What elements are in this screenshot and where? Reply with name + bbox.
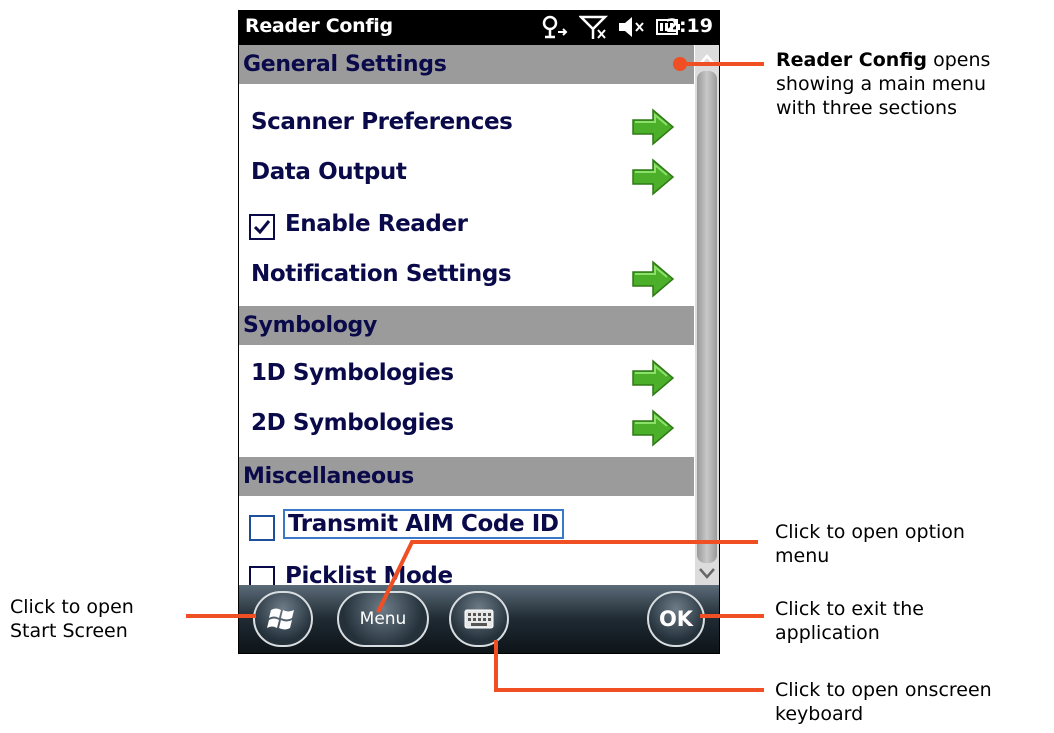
title-bar: Reader Config 2:19: [239, 11, 719, 45]
callout-leader-option-menu: [376, 540, 758, 613]
arrow-right-icon: [632, 409, 675, 447]
section-header-general: General Settings: [239, 45, 694, 84]
section-header-symbology: Symbology: [239, 306, 694, 345]
scrollbar[interactable]: [695, 45, 719, 585]
menu-item-2d-symbologies[interactable]: 2D Symbologies: [239, 400, 694, 450]
callout-main-menu-line3: with three sections: [776, 97, 957, 119]
callout-exit-line1: Click to exit the: [775, 598, 924, 620]
menu-item-data-output[interactable]: Data Output: [239, 149, 694, 199]
transmit-aim-checkbox[interactable]: [249, 515, 275, 541]
callout-start: Click to open Start Screen: [10, 595, 134, 643]
menu-item-label: 2D Symbologies: [251, 410, 454, 436]
connectivity-icon[interactable]: [539, 14, 569, 40]
callout-main-menu-line1: opens: [927, 49, 991, 71]
enable-reader-label: Enable Reader: [285, 211, 468, 237]
callout-leader-exit: [700, 614, 764, 618]
callout-option-menu-line1: Click to open option: [775, 521, 965, 543]
signal-off-icon[interactable]: [579, 14, 609, 40]
checkmark-icon: [253, 220, 271, 235]
settings-list: General Settings Scanner Preferences Dat…: [239, 45, 719, 585]
callout-main-menu-line2: showing a main menu: [776, 73, 987, 95]
callout-leader-keyboard: [494, 688, 764, 692]
menu-item-scanner-preferences[interactable]: Scanner Preferences: [239, 99, 694, 149]
callout-main-menu: Reader Config opens showing a main menu …: [776, 48, 990, 120]
app-title: Reader Config: [245, 15, 393, 37]
picklist-checkbox[interactable]: [249, 566, 275, 585]
callout-option-menu-line2: menu: [775, 545, 830, 567]
clock[interactable]: 2:19: [666, 15, 713, 37]
callout-leader-start: [186, 614, 256, 618]
start-button[interactable]: [253, 591, 313, 647]
callout-start-line1: Click to open: [10, 596, 134, 618]
callout-keyboard-line1: Click to open onscreen: [775, 679, 992, 701]
volume-muted-icon[interactable]: [617, 14, 647, 40]
menu-item-notification-settings[interactable]: Notification Settings: [239, 251, 694, 301]
callout-leader-keyboard-vertical: [494, 640, 498, 690]
arrow-right-icon: [632, 108, 675, 146]
callout-option-menu: Click to open option menu: [775, 520, 965, 568]
menu-item-label: Data Output: [251, 159, 407, 185]
enable-reader-checkbox[interactable]: [249, 214, 275, 240]
callout-keyboard: Click to open onscreen keyboard: [775, 678, 992, 726]
menu-item-label: Notification Settings: [251, 261, 512, 287]
callout-start-line2: Start Screen: [10, 620, 128, 642]
windows-flag-icon: [267, 608, 294, 630]
menu-item-label: Scanner Preferences: [251, 109, 513, 135]
transmit-aim-label: Transmit AIM Code ID: [283, 509, 564, 539]
callout-main-menu-bold: Reader Config: [776, 49, 928, 71]
menu-item-label: 1D Symbologies: [251, 360, 454, 386]
arrow-right-icon: [632, 260, 675, 298]
section-header-miscellaneous: Miscellaneous: [239, 457, 694, 496]
enable-reader-checkbox-row[interactable]: Enable Reader: [239, 201, 694, 251]
arrow-right-icon: [632, 158, 675, 196]
callout-keyboard-line2: keyboard: [775, 703, 864, 725]
callout-exit: Click to exit the application: [775, 597, 924, 645]
arrow-right-icon: [632, 359, 675, 397]
callout-leader-main-menu: [680, 62, 764, 66]
scroll-thumb[interactable]: [697, 71, 717, 563]
callout-exit-line2: application: [775, 622, 880, 644]
menu-item-1d-symbologies[interactable]: 1D Symbologies: [239, 350, 694, 400]
